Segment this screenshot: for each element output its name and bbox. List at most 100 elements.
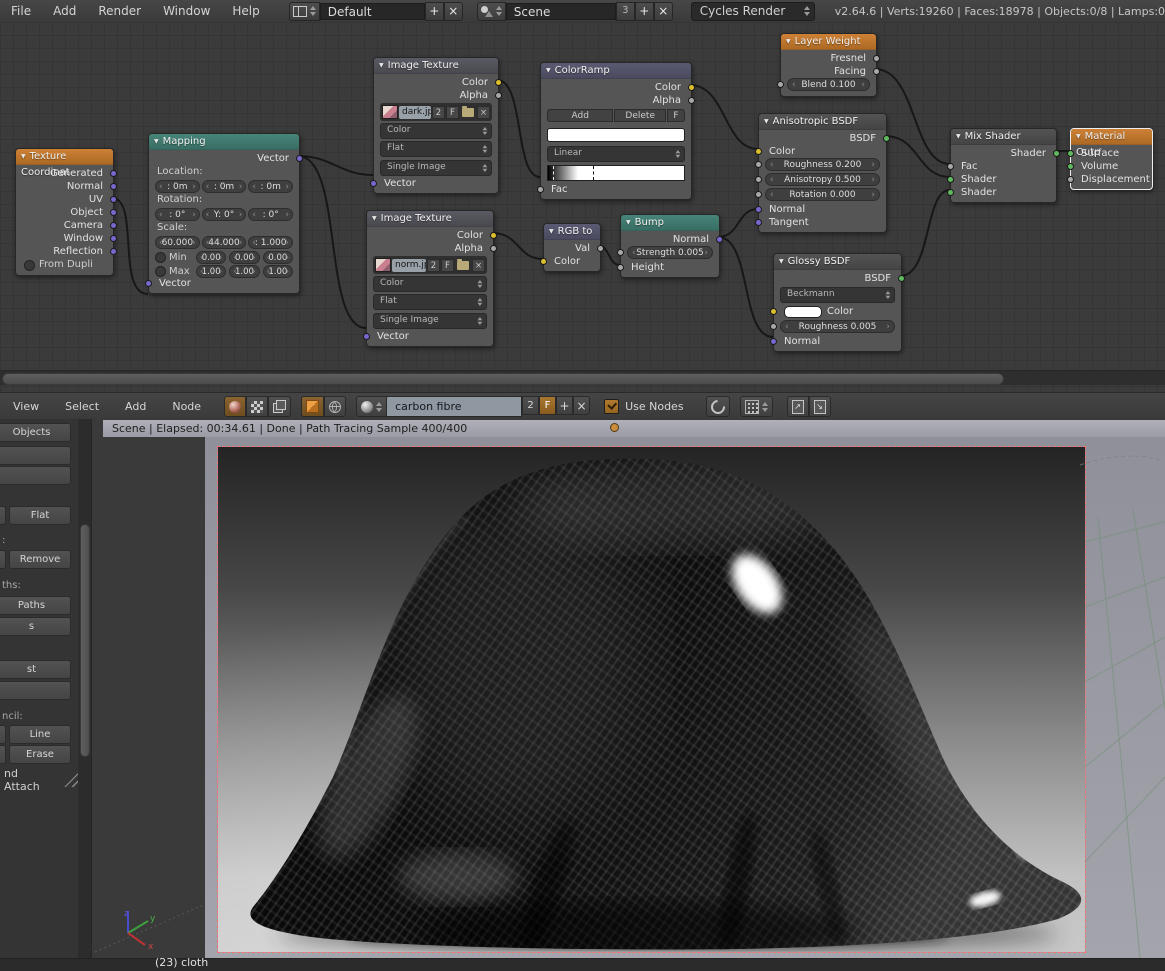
ramp-add-button[interactable]: Add xyxy=(547,109,613,122)
fake-user-button[interactable]: F xyxy=(446,106,459,119)
socket-reflection[interactable] xyxy=(110,248,117,255)
rotation-x-field[interactable]: : 0° xyxy=(155,208,200,221)
toolshelf-button[interactable] xyxy=(0,681,71,700)
ramp-stop-marker[interactable] xyxy=(593,166,594,180)
node-header[interactable]: Material Outp xyxy=(1071,129,1152,145)
world-context-button[interactable] xyxy=(324,396,346,417)
socket-alpha-out[interactable] xyxy=(688,97,695,104)
anisotropy-slider[interactable]: Anisotropy 0.500 xyxy=(765,173,880,186)
open-image-icon[interactable] xyxy=(462,108,474,117)
source-select[interactable]: Single Image xyxy=(380,160,492,176)
refresh-icon[interactable] xyxy=(706,396,730,417)
copy-nodes-button[interactable]: ↗ xyxy=(787,396,809,417)
scrollbar-thumb[interactable] xyxy=(80,524,90,757)
socket-camera[interactable] xyxy=(110,222,117,229)
object-context-button[interactable] xyxy=(301,396,324,417)
socket-strength-in[interactable] xyxy=(617,249,624,256)
socket-fresnel-out[interactable] xyxy=(873,55,880,62)
menu-file[interactable]: File xyxy=(0,4,42,18)
filter-icon[interactable] xyxy=(740,396,773,417)
source-select[interactable]: Single Image xyxy=(373,313,487,329)
socket-window[interactable] xyxy=(110,235,117,242)
menu-add[interactable]: Add xyxy=(42,4,87,18)
socket-normal-out[interactable] xyxy=(716,236,723,243)
color-space-select[interactable]: Color xyxy=(380,123,492,139)
menu-window[interactable]: Window xyxy=(152,4,221,18)
unlink-material-button[interactable]: × xyxy=(573,396,590,415)
strength-slider[interactable]: Strength 0.005 xyxy=(627,246,713,259)
node-glossy-bsdf[interactable]: Glossy BSDF BSDF Beckmann Color Roughnes… xyxy=(773,253,902,352)
node-editor-hscrollbar[interactable] xyxy=(0,370,1165,385)
close-scene-button[interactable]: × xyxy=(654,2,673,21)
socket-color-out[interactable] xyxy=(688,84,695,91)
socket-generated[interactable] xyxy=(110,170,117,177)
scrollbar-thumb[interactable] xyxy=(2,373,1004,385)
node-bump[interactable]: Bump Normal Strength 0.005 Height xyxy=(620,214,720,278)
add-layout-button[interactable]: + xyxy=(425,2,444,21)
socket-normal-in[interactable] xyxy=(755,206,762,213)
toolshelf-button-line[interactable]: Line xyxy=(9,725,71,744)
toolshelf-button-erase[interactable]: Erase xyxy=(9,745,71,764)
socket-shader-out[interactable] xyxy=(1053,150,1060,157)
resize-grip-icon[interactable] xyxy=(64,773,78,787)
socket-blend-in[interactable] xyxy=(777,81,784,88)
menu-help[interactable]: Help xyxy=(221,4,270,18)
material-name-field[interactable]: carbon fibre xyxy=(387,396,522,417)
scale-y-field[interactable]: 44.000 xyxy=(202,236,247,249)
socket-color-in[interactable] xyxy=(755,148,762,155)
socket-displacement-in[interactable] xyxy=(1067,176,1074,183)
scene-name-field[interactable]: Scene xyxy=(506,3,616,20)
node-material-output[interactable]: Material Outp Surface Volume Displacemen… xyxy=(1070,128,1153,190)
color-swatch[interactable] xyxy=(784,306,822,318)
node-header[interactable]: Anisotropic BSDF xyxy=(759,114,886,130)
socket-color-out[interactable] xyxy=(495,79,502,86)
menu-view[interactable]: View xyxy=(0,400,52,413)
node-color-ramp[interactable]: ColorRamp Color Alpha Add Delete F Linea… xyxy=(540,62,692,200)
image-preview-icon[interactable] xyxy=(382,105,398,119)
toolshelf-button[interactable] xyxy=(0,446,71,465)
node-anisotropic-bsdf[interactable]: Anisotropic BSDF BSDF Color Roughness 0.… xyxy=(758,113,887,233)
toolshelf-scrollbar[interactable] xyxy=(78,419,92,958)
paste-nodes-button[interactable]: ↘ xyxy=(809,396,831,417)
toolshelf-button[interactable]: s xyxy=(0,617,71,636)
node-mapping[interactable]: Mapping Vector Location: : 0m : 0m : 0m … xyxy=(148,133,300,294)
min-x-field[interactable]: 0.00 xyxy=(196,251,226,264)
material-users-button[interactable]: 2 xyxy=(522,396,539,415)
socket-shader-in-2[interactable] xyxy=(947,189,954,196)
socket-bsdf-out[interactable] xyxy=(898,275,905,282)
socket-volume-in[interactable] xyxy=(1067,163,1074,170)
node-mix-shader[interactable]: Mix Shader Shader Fac Shader Shader xyxy=(950,128,1057,203)
node-header[interactable]: ColorRamp xyxy=(541,63,691,79)
use-nodes-checkbox[interactable] xyxy=(604,399,619,414)
socket-rotation-in[interactable] xyxy=(755,191,762,198)
fake-user-button[interactable]: F xyxy=(441,259,454,272)
toolshelf-button[interactable] xyxy=(0,725,6,744)
scene-browse-button[interactable] xyxy=(477,2,506,21)
socket-val-out[interactable] xyxy=(597,245,604,252)
toolshelf-button[interactable] xyxy=(0,466,71,485)
toolshelf-button-flat[interactable]: Flat xyxy=(9,506,71,525)
node-header[interactable]: Glossy BSDF xyxy=(774,254,901,270)
fake-user-button[interactable]: F xyxy=(539,396,556,415)
menu-render[interactable]: Render xyxy=(87,4,152,18)
image-name-field[interactable]: dark.jpg xyxy=(399,106,431,119)
ramp-stop-marker[interactable] xyxy=(553,166,554,180)
blend-slider[interactable]: Blend 0.100 xyxy=(787,78,870,91)
node-layer-weight[interactable]: Layer Weight Fresnel Facing Blend 0.100 xyxy=(780,33,877,97)
socket-fac-in[interactable] xyxy=(537,186,544,193)
open-image-icon[interactable] xyxy=(457,261,469,270)
add-material-button[interactable]: + xyxy=(556,396,573,415)
material-browse-button[interactable] xyxy=(356,396,387,417)
min-y-field[interactable]: 0.00 xyxy=(229,251,259,264)
distribution-select[interactable]: Beckmann xyxy=(780,287,895,303)
render-engine-select[interactable]: Cycles Render xyxy=(691,2,815,21)
node-header[interactable]: Texture Coordinat xyxy=(16,149,113,165)
ramp-color-swatch[interactable] xyxy=(547,128,685,142)
node-header[interactable]: RGB to xyxy=(544,224,600,240)
socket-color-in[interactable] xyxy=(540,258,547,265)
toolshelf-button-remove[interactable]: Remove xyxy=(9,550,71,569)
node-header[interactable]: Image Texture xyxy=(367,211,493,227)
projection-select[interactable]: Flat xyxy=(373,294,487,310)
add-scene-button[interactable]: + xyxy=(635,2,654,21)
unlink-image-button[interactable]: × xyxy=(472,259,485,272)
